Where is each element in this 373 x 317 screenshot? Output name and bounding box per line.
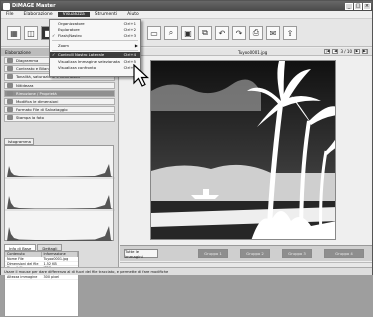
mouse-pointer-icon [133,64,150,87]
next-image-icon[interactable]: ▶ [354,49,360,54]
status-bar: Usare il mouse per dare differenza al di… [1,267,372,275]
export-icon[interactable]: ⇪ [283,26,297,40]
app-window: DiMAGE Master _ □ × File Elaborazione Vi… [0,0,373,317]
menu-item-zoom[interactable]: Zoom ▶ [50,42,140,48]
menu-item-flash-nastro[interactable]: ✓ Flash/Nastro Ctrl+3 [50,33,140,39]
tab-gruppo-1[interactable]: Gruppo 1 [198,249,228,258]
prev-image-icon[interactable]: ◀ [332,49,339,54]
tab-all-images[interactable]: Tutte le immagini [124,249,158,259]
tab-gruppo-2[interactable]: Gruppo 2 [240,249,270,258]
rotate-left-icon[interactable]: ↶ [215,26,229,40]
task-icon [7,82,13,88]
image-preview[interactable] [150,60,336,240]
task-dimensioni[interactable]: Modifica le dimensioni [4,97,115,106]
histogram-tab[interactable]: Istogramma [4,138,34,145]
image-nav: |◀ ◀ 3 / 10 ▶ ▶| [324,49,368,54]
slideshow-icon[interactable]: ▣ [181,26,195,40]
email-icon[interactable]: ✉ [266,26,280,40]
title-bar: DiMAGE Master _ □ × [1,1,372,11]
preview-image [151,61,335,239]
window-title: DiMAGE Master [12,3,56,9]
grid-view-icon[interactable]: ▦ [7,26,21,40]
tab-dettagli[interactable]: Dettagli [37,244,63,251]
table-row: Altezza immagine 300 pixel [5,275,78,280]
task-icon [7,107,13,113]
app-icon [3,2,10,10]
menu-strumenti[interactable]: Strumenti [90,12,122,17]
menu-file[interactable]: File [1,12,19,17]
info-table: Contenuto Informazione Nome File Tuyoo000… [4,251,79,317]
menu-visualizza[interactable]: Visualizza [57,12,90,17]
task-icon [7,99,13,105]
histogram-panel [4,145,115,241]
task-icon [7,115,13,121]
print-icon[interactable]: ⎙ [249,26,263,40]
check-icon: ✓ [52,33,56,39]
task-icon [7,58,13,64]
task-formato[interactable]: Formato File di Salvataggio [4,106,115,114]
split-view-icon[interactable]: ◫ [24,26,38,40]
tab-info-base[interactable]: Info di Base [4,244,37,251]
page-indicator: 3 / 10 [340,49,352,54]
task-stampa[interactable]: Stampa la foto [4,114,115,122]
group-tabs: Tutte le immagini Gruppo 1 Gruppo 2 Grup… [120,245,372,261]
first-image-icon[interactable]: |◀ [324,49,331,54]
tab-gruppo-4[interactable]: Gruppo 4 [324,249,364,258]
compare-icon[interactable]: ⧉ [198,26,212,40]
menu-bar: File Elaborazione Visualizza Strumenti A… [1,11,372,19]
main-view: Tuyoo0001.jpg |◀ ◀ 3 / 10 ▶ ▶| Tutte le … [120,48,372,273]
task-icon [7,74,13,80]
chevron-right-icon: ▶ [134,42,138,48]
close-button[interactable]: × [363,2,371,10]
frame-icon[interactable]: ▭ [147,26,161,40]
zoom-icon[interactable]: ⌕ [164,26,178,40]
rotate-right-icon[interactable]: ↷ [232,26,246,40]
menu-aiuto[interactable]: Aiuto [122,12,144,17]
left-panel: Elaborazione Diagramma Contrasto e Bilan… [1,48,119,317]
task-icon [7,90,13,96]
image-filename: Tuyoo0001.jpg [238,49,268,55]
menu-separator [52,49,138,51]
task-icon [7,66,13,72]
histogram-graph [5,164,115,241]
check-icon: ✓ [52,52,56,58]
last-image-icon[interactable]: ▶| [362,49,368,54]
menu-item-visualizza-confronto[interactable]: Visualizza confronto Ctrl+6 [50,64,140,70]
view-menu-dropdown: Organizzatore Ctrl+1 Esploratore Ctrl+2 … [49,19,141,77]
tab-gruppo-3[interactable]: Gruppo 3 [282,249,312,258]
minimize-button[interactable]: _ [345,2,353,10]
maximize-button[interactable]: □ [354,2,362,10]
info-tabs: Info di Base Dettagli [4,244,63,251]
menu-separator [52,40,138,42]
task-nitidezza[interactable]: Nitidezza [4,81,115,89]
view-toolbar: Tuyoo0001.jpg |◀ ◀ 3 / 10 ▶ ▶| [120,48,372,56]
task-rimozione[interactable]: Rimozione / Proprietà [4,89,115,97]
menu-elaborazione[interactable]: Elaborazione [19,12,58,17]
